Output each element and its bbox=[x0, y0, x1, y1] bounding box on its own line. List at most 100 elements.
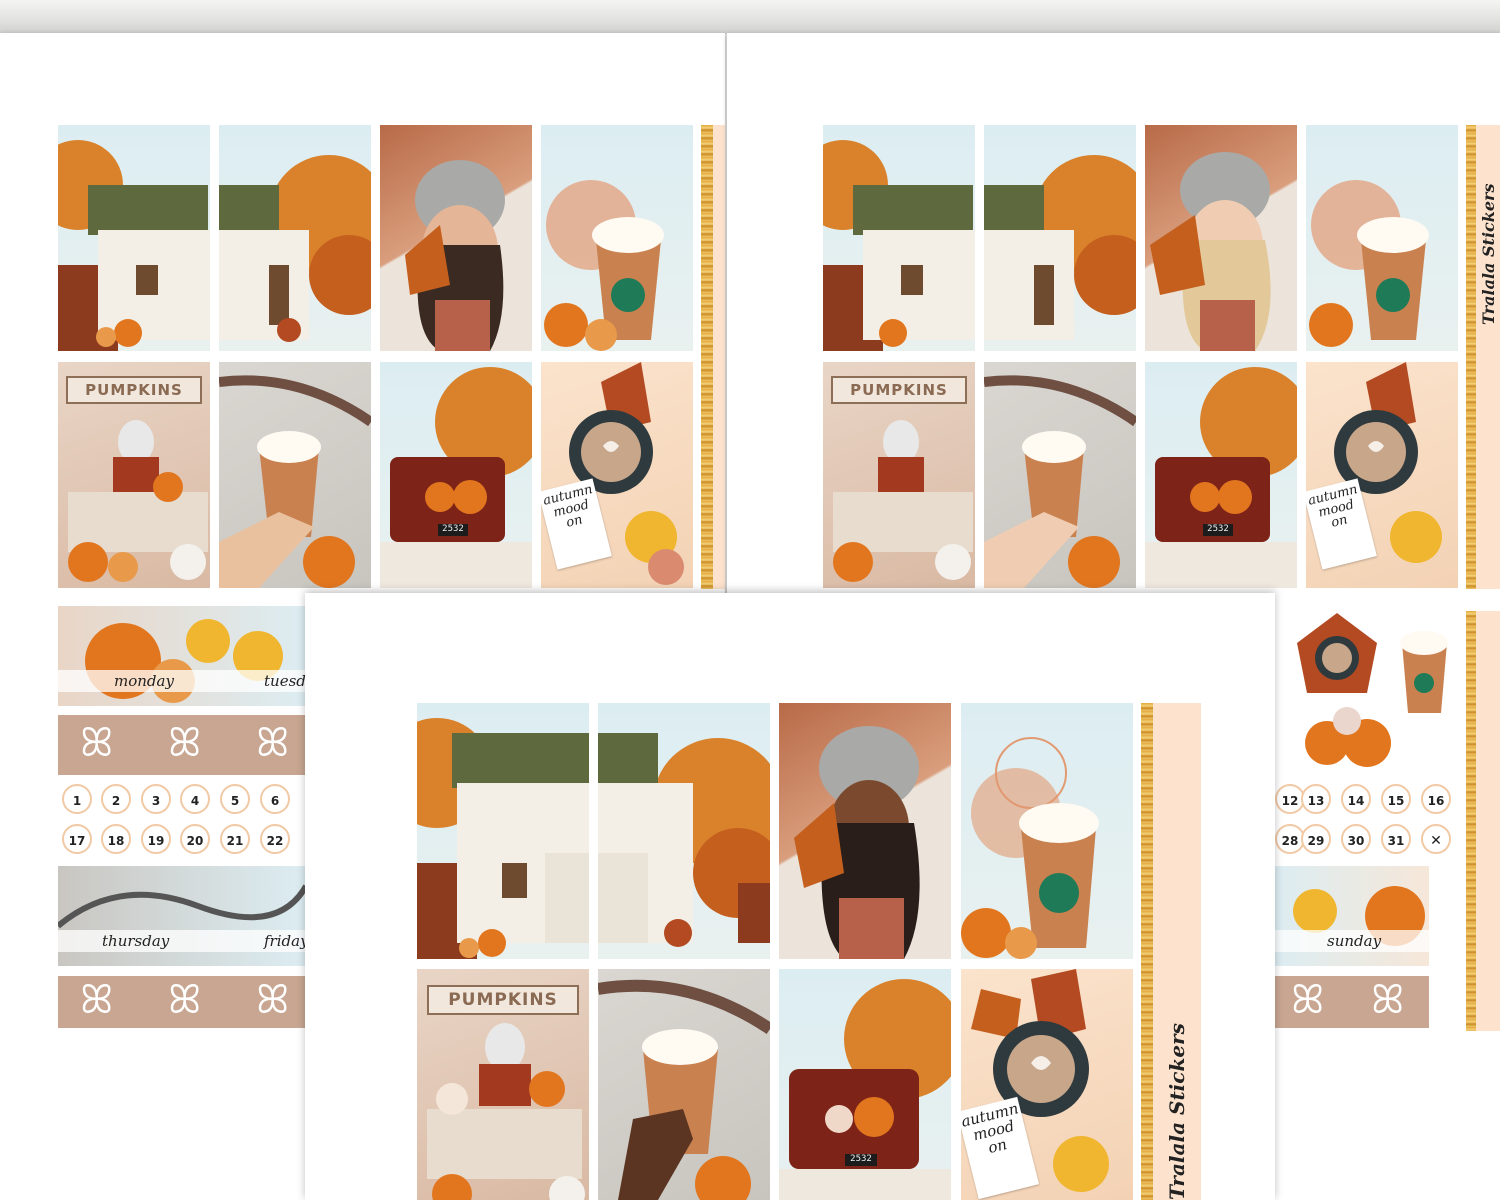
mini-stickers-illustration[interactable] bbox=[1287, 603, 1467, 773]
date-circle[interactable]: 5 bbox=[220, 784, 250, 814]
latte-tile[interactable] bbox=[1306, 125, 1458, 351]
pumpkin-stand-tile[interactable]: PUMPKINS bbox=[823, 362, 975, 588]
tuesday-label: tuesday bbox=[264, 672, 306, 690]
house-tile-left[interactable] bbox=[417, 703, 589, 959]
truck-tile[interactable]: 2532 bbox=[1145, 362, 1297, 588]
hand-latte-tile[interactable] bbox=[219, 362, 371, 588]
date-circle[interactable]: 6 bbox=[260, 784, 290, 814]
bow-icon: ꕤ bbox=[1291, 977, 1325, 1023]
thursday-label: thursday bbox=[102, 932, 170, 950]
bow-icon: ꕤ bbox=[168, 720, 202, 766]
blonde-girl-tile[interactable] bbox=[1145, 125, 1297, 351]
date-circle[interactable]: 31 bbox=[1381, 824, 1411, 854]
sunday-strip[interactable]: sunday bbox=[1275, 866, 1429, 966]
date-circle[interactable]: 20 bbox=[180, 824, 210, 854]
date-circle[interactable]: 19 bbox=[141, 824, 171, 854]
red-truck-illustration bbox=[1145, 367, 1297, 588]
brand-name: Tralala Stickers bbox=[1165, 1023, 1189, 1200]
date-circle[interactable]: 15 bbox=[1381, 784, 1411, 814]
thursday-friday-strip[interactable]: thursday friday bbox=[58, 866, 306, 966]
hand-latte-tile[interactable] bbox=[598, 969, 770, 1200]
brand-strip-4: Tralala Stickers bbox=[1153, 703, 1201, 1200]
hand-holding-latte-illustration bbox=[219, 375, 371, 588]
girl-beanie-illustration bbox=[405, 160, 505, 351]
girl-tile[interactable] bbox=[380, 125, 532, 351]
license-plate: 2532 bbox=[438, 524, 468, 536]
house-tile-right[interactable] bbox=[984, 125, 1136, 351]
coffee-tile[interactable]: autumn mood on bbox=[1306, 362, 1458, 588]
sticker-sheet-3: PUMPKINS 2532 autumn mood on Tralala Sti… bbox=[305, 593, 1275, 1200]
girl-beanie-illustration bbox=[794, 726, 920, 959]
brand-strip-1 bbox=[713, 125, 725, 589]
date-circle[interactable]: 30 bbox=[1341, 824, 1371, 854]
iced-latte-illustration bbox=[961, 737, 1099, 959]
date-circle[interactable]: 3 bbox=[141, 784, 171, 814]
brush-swirl-illustration bbox=[58, 884, 306, 952]
red-truck-illustration bbox=[380, 367, 532, 588]
license-plate: 2532 bbox=[1203, 524, 1233, 536]
date-circle[interactable]: 21 bbox=[220, 824, 250, 854]
truck-tile[interactable]: 2532 bbox=[779, 969, 951, 1200]
dark-girl-tile[interactable] bbox=[779, 703, 951, 959]
date-circle[interactable]: 13 bbox=[1301, 784, 1331, 814]
house-tile-right[interactable] bbox=[598, 703, 770, 959]
glitter-border-2 bbox=[1466, 125, 1476, 589]
bow-circle[interactable]: ✕ bbox=[1421, 824, 1451, 854]
bow-icon: ꕤ bbox=[80, 977, 114, 1023]
truck-tile[interactable]: 2532 bbox=[380, 362, 532, 588]
pumpkin-stand-tile[interactable]: PUMPKINS bbox=[58, 362, 210, 588]
blonde-girl-illustration bbox=[1150, 152, 1271, 351]
pumpkin-stand-illustration bbox=[68, 420, 208, 582]
friday-label: friday bbox=[264, 932, 306, 950]
glitter-border-1 bbox=[701, 125, 713, 589]
monday-tuesday-strip[interactable]: monday tuesday bbox=[58, 606, 306, 706]
coffee-tile[interactable]: autumn mood on bbox=[961, 969, 1133, 1200]
hand-latte-tile[interactable] bbox=[984, 362, 1136, 588]
date-circle[interactable]: 18 bbox=[101, 824, 131, 854]
date-circle[interactable]: 29 bbox=[1301, 824, 1331, 854]
iced-latte-illustration bbox=[544, 180, 664, 351]
date-circle[interactable]: 2 bbox=[101, 784, 131, 814]
house-tile-right[interactable] bbox=[219, 125, 371, 351]
bow-icon: ꕤ bbox=[80, 720, 114, 766]
coffee-tile[interactable]: autumn mood on bbox=[541, 362, 693, 588]
glitter-border-3 bbox=[1466, 611, 1476, 1031]
bow-strip-3[interactable]: ꕤ ꕤ bbox=[1275, 976, 1429, 1028]
bow-strip-1[interactable]: ꕤ ꕤ ꕤ bbox=[58, 715, 306, 775]
autumn-tree-illustration bbox=[598, 733, 770, 947]
sunday-label: sunday bbox=[1327, 932, 1382, 950]
autumn-house-illustration bbox=[823, 140, 975, 351]
hand-holding-latte-illustration bbox=[598, 979, 770, 1200]
bow-icon: ꕤ bbox=[256, 977, 290, 1023]
license-plate: 2532 bbox=[845, 1154, 877, 1166]
sunflower-pumpkin-illustration bbox=[1275, 886, 1429, 952]
iced-latte-illustration bbox=[1309, 180, 1429, 347]
autumn-house-illustration bbox=[58, 140, 210, 351]
pumpkin-sunflower-illustration bbox=[58, 619, 306, 703]
latte-tile[interactable] bbox=[541, 125, 693, 351]
date-circle[interactable]: 14 bbox=[1341, 784, 1371, 814]
brand-strip-3 bbox=[1476, 611, 1500, 1031]
date-circle[interactable]: 16 bbox=[1421, 784, 1451, 814]
hand-holding-latte-illustration bbox=[984, 375, 1136, 588]
date-circle[interactable]: 1 bbox=[62, 784, 92, 814]
pumpkin-stand-illustration bbox=[427, 1023, 585, 1200]
pumpkin-stand-illustration bbox=[833, 420, 973, 582]
autumn-tree-illustration bbox=[219, 155, 371, 342]
latte-tile[interactable] bbox=[961, 703, 1133, 959]
pumpkin-stand-tile[interactable]: PUMPKINS bbox=[417, 969, 589, 1200]
brand-strip-2: Tralala Stickers bbox=[1476, 125, 1500, 589]
date-circle[interactable]: 4 bbox=[180, 784, 210, 814]
autumn-tree-illustration bbox=[984, 155, 1136, 340]
bow-icon: ꕤ bbox=[256, 720, 290, 766]
autumn-house-illustration bbox=[417, 718, 589, 959]
glitter-border-4 bbox=[1141, 703, 1153, 1200]
marble-background bbox=[0, 0, 1500, 34]
date-circle[interactable]: 22 bbox=[260, 824, 290, 854]
date-circle[interactable]: 17 bbox=[62, 824, 92, 854]
house-tile-left[interactable] bbox=[58, 125, 210, 351]
bow-strip-2[interactable]: ꕤ ꕤ ꕤ bbox=[58, 976, 306, 1028]
bow-icon: ꕤ bbox=[1371, 977, 1405, 1023]
house-tile-left[interactable] bbox=[823, 125, 975, 351]
monday-label: monday bbox=[114, 672, 174, 690]
